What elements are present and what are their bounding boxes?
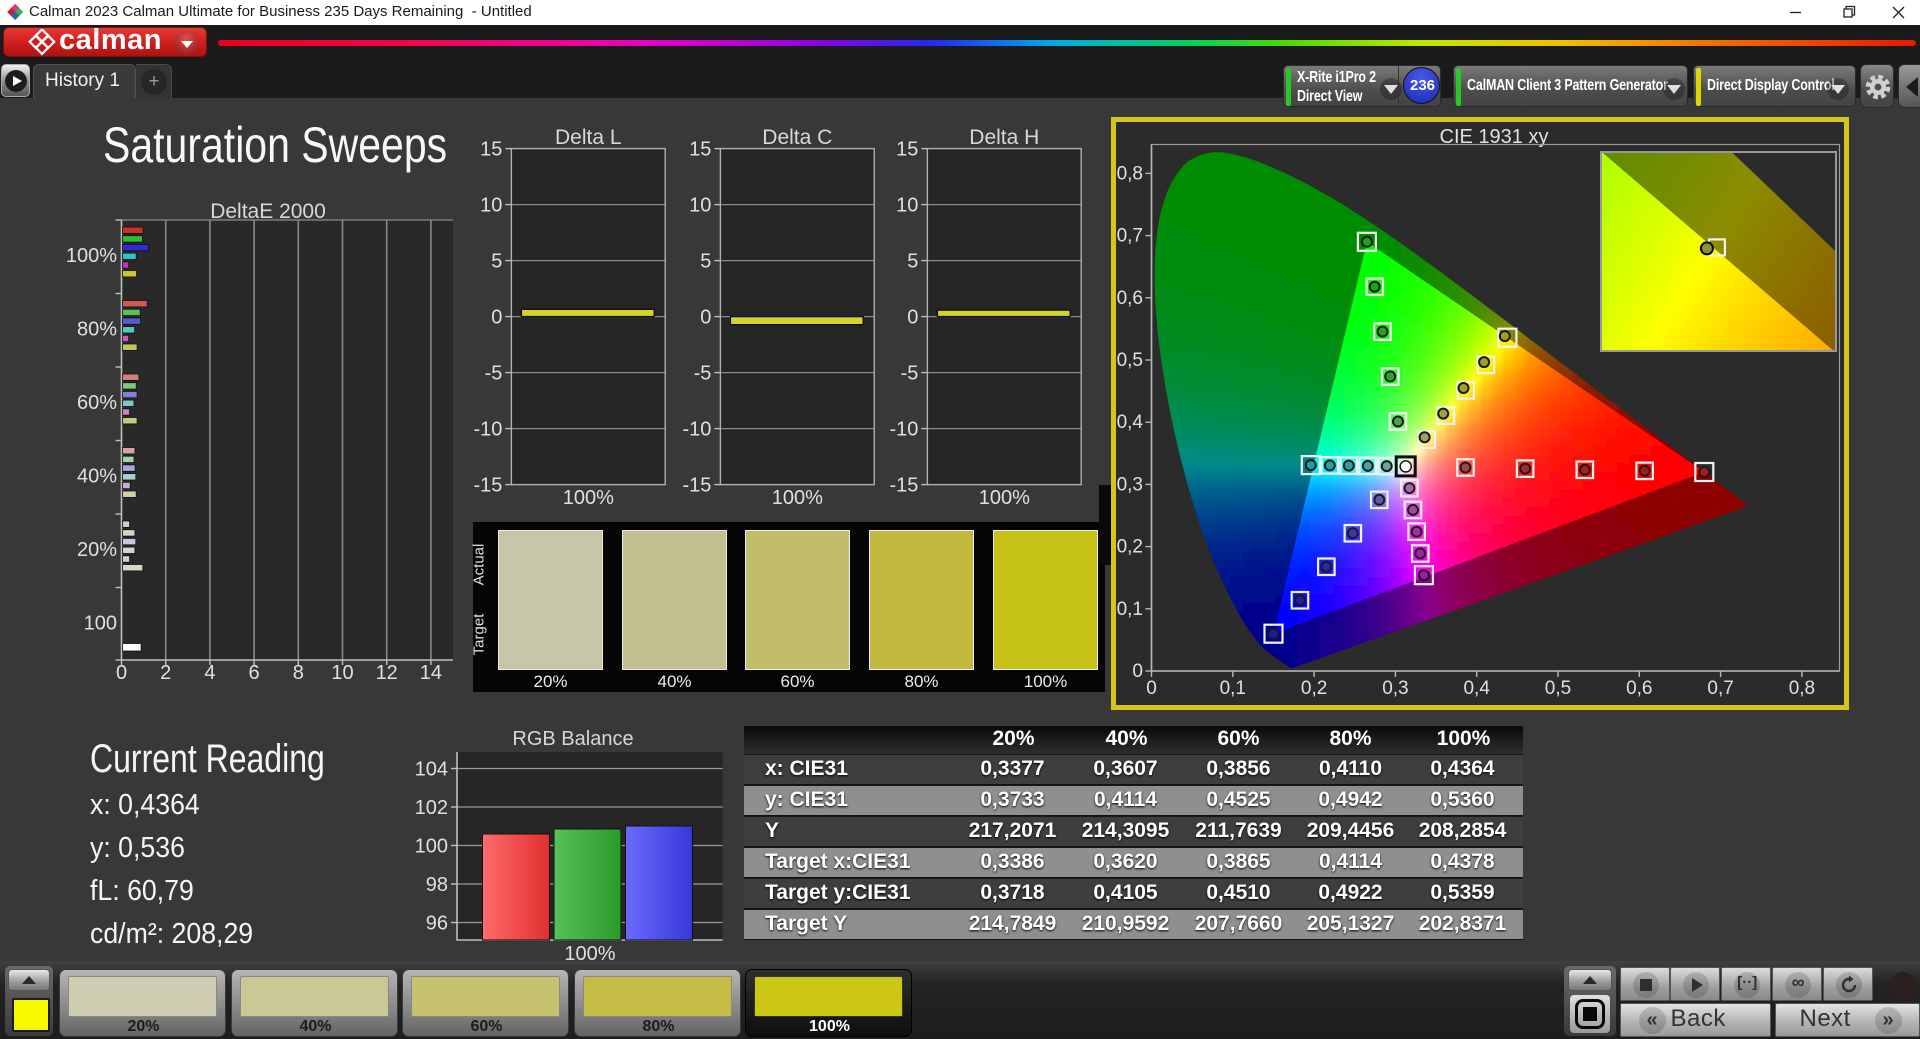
svg-text:15: 15 bbox=[896, 139, 918, 161]
svg-text:40%: 40% bbox=[77, 466, 117, 488]
svg-text:0,1: 0,1 bbox=[1220, 678, 1246, 699]
svg-text:0,6: 0,6 bbox=[1626, 678, 1652, 699]
svg-text:0,1: 0,1 bbox=[1117, 599, 1143, 620]
svg-text:100: 100 bbox=[415, 836, 448, 858]
svg-text:0,5: 0,5 bbox=[1545, 678, 1571, 699]
svg-text:4: 4 bbox=[204, 662, 215, 684]
svg-text:80%: 80% bbox=[77, 319, 117, 341]
svg-text:Delta C: Delta C bbox=[762, 126, 832, 149]
svg-text:0,8: 0,8 bbox=[1789, 678, 1815, 699]
svg-text:Delta H: Delta H bbox=[969, 126, 1039, 149]
svg-text:10: 10 bbox=[896, 195, 918, 217]
svg-text:-10: -10 bbox=[889, 419, 918, 441]
svg-text:0,2: 0,2 bbox=[1301, 678, 1327, 699]
svg-text:5: 5 bbox=[907, 251, 918, 273]
svg-text:96: 96 bbox=[426, 913, 448, 935]
svg-text:100: 100 bbox=[84, 613, 117, 635]
svg-text:0: 0 bbox=[1146, 678, 1157, 699]
svg-text:-15: -15 bbox=[889, 475, 918, 497]
svg-text:5: 5 bbox=[491, 251, 502, 273]
svg-text:-10: -10 bbox=[682, 419, 711, 441]
svg-text:98: 98 bbox=[426, 874, 448, 896]
svg-text:0: 0 bbox=[491, 307, 502, 329]
svg-text:6: 6 bbox=[249, 662, 260, 684]
svg-text:0,7: 0,7 bbox=[1707, 678, 1733, 699]
svg-text:60%: 60% bbox=[77, 392, 117, 414]
svg-text:100%: 100% bbox=[66, 245, 117, 267]
svg-text:0,4: 0,4 bbox=[1463, 678, 1490, 699]
svg-text:15: 15 bbox=[689, 139, 711, 161]
svg-text:102: 102 bbox=[415, 797, 448, 819]
svg-text:0: 0 bbox=[116, 662, 127, 684]
svg-text:0,5: 0,5 bbox=[1117, 350, 1143, 371]
svg-text:0,3: 0,3 bbox=[1382, 678, 1408, 699]
svg-text:0,3: 0,3 bbox=[1117, 474, 1143, 495]
svg-text:RGB Balance: RGB Balance bbox=[512, 728, 633, 750]
svg-text:-15: -15 bbox=[473, 475, 502, 497]
svg-text:104: 104 bbox=[415, 759, 448, 781]
svg-text:0,4: 0,4 bbox=[1117, 412, 1144, 433]
svg-text:Delta L: Delta L bbox=[555, 126, 622, 149]
svg-text:0: 0 bbox=[1132, 661, 1143, 682]
svg-text:10: 10 bbox=[689, 195, 711, 217]
svg-text:15: 15 bbox=[480, 139, 502, 161]
svg-text:10: 10 bbox=[331, 662, 353, 684]
svg-text:-5: -5 bbox=[485, 363, 503, 385]
svg-text:10: 10 bbox=[480, 195, 502, 217]
svg-text:8: 8 bbox=[293, 662, 304, 684]
svg-text:12: 12 bbox=[376, 662, 398, 684]
svg-text:-5: -5 bbox=[694, 363, 712, 385]
svg-text:14: 14 bbox=[420, 662, 442, 684]
svg-text:0: 0 bbox=[700, 307, 711, 329]
svg-text:0,2: 0,2 bbox=[1117, 537, 1143, 558]
svg-text:0: 0 bbox=[907, 307, 918, 329]
svg-text:20%: 20% bbox=[77, 539, 117, 561]
svg-text:-15: -15 bbox=[682, 475, 711, 497]
svg-text:-5: -5 bbox=[901, 363, 919, 385]
svg-text:100%: 100% bbox=[979, 487, 1030, 509]
svg-text:0,7: 0,7 bbox=[1117, 226, 1143, 247]
svg-text:-10: -10 bbox=[473, 419, 502, 441]
svg-text:2: 2 bbox=[160, 662, 171, 684]
svg-text:0,6: 0,6 bbox=[1117, 288, 1143, 309]
svg-text:5: 5 bbox=[700, 251, 711, 273]
svg-text:100%: 100% bbox=[772, 487, 823, 509]
svg-text:100%: 100% bbox=[563, 487, 614, 509]
svg-text:0,8: 0,8 bbox=[1117, 163, 1143, 184]
